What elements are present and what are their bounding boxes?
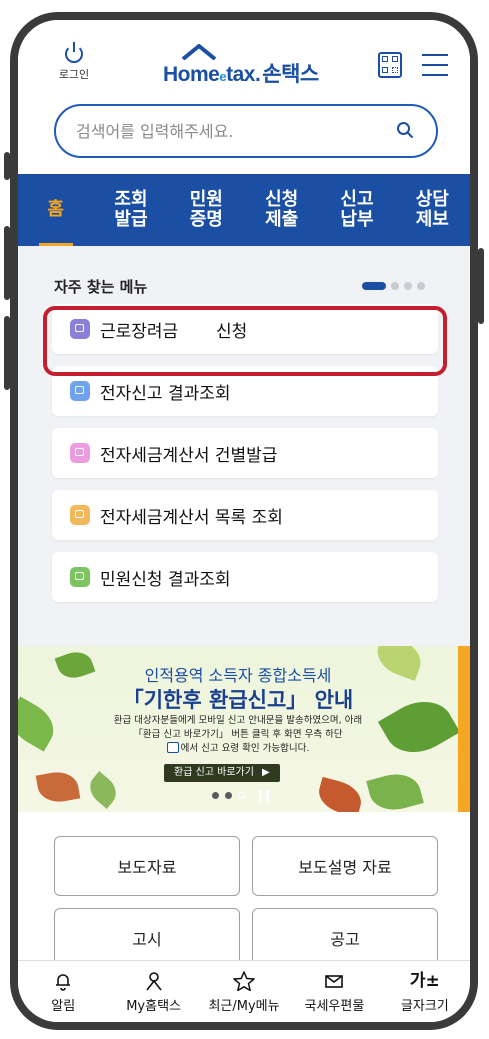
frequent-menu-item[interactable]: 전자세금계산서 목록 조회 [52,490,438,540]
banner-line1: 인적용역 소득자 종합소득세 [144,666,332,685]
bottom-tab-label: 알림 [51,999,76,1014]
banner-accent-stripe [458,646,470,812]
bottom-tab-label: My홈택스 [126,999,181,1014]
main-nav: 홈 조회 발급 민원 증명 신청 제출 신고 납부 상담 제보 [18,174,470,246]
search-icon[interactable] [396,121,414,139]
nav-tab-label: 조회 발급 [114,189,148,230]
leaf-decoration [314,776,366,812]
section-title: 자주 찾는 메뉴 [54,278,148,296]
bottom-tab-label: 국세우편물 [304,999,365,1014]
login-button[interactable]: 로그인 [54,42,94,82]
nav-tab-2[interactable]: 민원 증명 [169,174,244,246]
nav-tab-label: 신청 제출 [265,189,299,230]
app-header: 로그인 Homeetax.손택스 [18,20,470,105]
logo-tax: tax. [226,63,261,86]
document-icon [70,319,90,339]
search-input[interactable] [76,119,376,143]
banner-line3: 환급 대상자분들에게 모바일 신고 안내문을 발송하였으며, 아래 [113,715,363,726]
nav-tab-0[interactable]: 홈 [18,174,93,246]
banner-line5-row: 에서 신고 요령 확인 가능합니다. [18,742,458,756]
frequent-menu-label: 근로장려금 신청 [100,321,248,342]
pager-dot[interactable] [404,282,412,290]
search-bar [54,104,438,158]
frequent-menu-label: 전자신고 결과조회 [100,383,231,404]
promo-banner[interactable]: 인적용역 소득자 종합소득세 「기한후 환급신고」 안내 환급 대상자분들에게 … [18,646,470,812]
frequent-menu-list: 근로장려금 신청전자신고 결과조회전자세금계산서 건별발급전자세금계산서 목록 … [52,304,438,614]
person-icon [108,971,198,991]
text-size-icon: 가± [409,971,440,991]
monitor-icon [70,567,90,587]
mail-icon [289,971,379,991]
nav-tab-5[interactable]: 상담 제보 [395,174,470,246]
nav-tab-1[interactable]: 조회 발급 [93,174,168,246]
bottom-tab-bar: 알림 My홈택스 최근/My메뉴 국세우편물 가± 글자크기 [18,960,470,1022]
nav-tab-label: 신고 납부 [340,189,374,230]
monitor-icon [70,443,90,463]
banner-description: 환급 대상자분들에게 모바일 신고 안내문을 발송하였으며, 아래 「환급 신고… [18,714,458,756]
banner-pager[interactable] [212,790,269,801]
bottom-tab-label: 최근/My메뉴 [208,999,280,1014]
logo-text: Homeetax.손택스 [163,58,319,88]
banner-dot-active[interactable] [225,792,232,799]
frequent-menu-item[interactable]: 민원신청 결과조회 [52,552,438,602]
bottom-tab-3[interactable]: 국세우편물 [289,961,379,1022]
bell-icon [18,971,108,991]
banner-dot[interactable] [238,792,245,799]
nav-tab-4[interactable]: 신고 납부 [319,174,394,246]
press-button-grid: 보도자료 보도설명 자료 고시 공고 [54,836,438,980]
pager-dot[interactable] [391,282,399,290]
carousel-pager[interactable] [362,282,425,290]
logo-home: Home [163,63,220,86]
frequent-menu-item[interactable]: 전자신고 결과조회 [52,366,438,416]
banner-line4: 「환급 신고 바로가기」 버튼 클릭 후 화면 우측 하단 [133,729,343,740]
frequent-menu-label: 민원신청 결과조회 [100,569,231,590]
play-arrow-icon: ▶ [261,767,270,778]
phone-screen: 로그인 Homeetax.손택스 홈조회 발급민원 증명신청 제출신 [10,12,478,1030]
phone-power-button [478,248,484,324]
frequent-menu-label: 전자세금계산서 목록 조회 [100,507,283,528]
nav-tab-3[interactable]: 신청 제출 [244,174,319,246]
banner-dot[interactable] [212,792,219,799]
nav-tab-label: 홈 [47,199,64,220]
logo-sontax: 손택스 [262,63,319,86]
press-button[interactable]: 공고 [252,908,438,968]
banner-line5: 에서 신고 요령 확인 가능합니다. [180,743,310,754]
frequent-menu-item[interactable]: 근로장려금 신청 [52,304,438,354]
press-button[interactable]: 보도설명 자료 [252,836,438,896]
leaf-decoration [35,768,81,806]
document-icon [70,381,90,401]
hamburger-menu-icon[interactable] [422,54,448,76]
chat-icon [166,742,179,753]
frequent-menu-item[interactable]: 전자세금계산서 건별발급 [52,428,438,478]
qr-code-icon[interactable] [378,52,402,78]
bottom-tab-label: 글자크기 [400,999,449,1014]
banner-headline: 「기한후 환급신고」 안내 [122,688,354,712]
nav-tab-label: 상담 제보 [415,189,449,230]
bottom-tab-2[interactable]: 최근/My메뉴 [199,961,289,1022]
frequent-menu-label: 전자세금계산서 건별발급 [100,445,278,466]
login-label: 로그인 [58,68,90,81]
pager-dot[interactable] [362,282,386,290]
press-button[interactable]: 고시 [54,908,240,968]
star-icon [199,971,289,991]
frequent-menu-section: 자주 찾는 메뉴 근로장려금 신청전자신고 결과조회전자세금계산서 건별발급전자… [18,246,470,646]
refund-shortcut-button[interactable]: 환급 신고 바로가기 ▶ [164,764,280,782]
bottom-tab-4[interactable]: 가± 글자크기 [380,961,470,1022]
leaf-decoration [83,771,123,809]
monitor-icon [70,505,90,525]
pause-icon[interactable] [259,790,269,801]
pager-dot[interactable] [417,282,425,290]
leaf-decoration [366,768,424,812]
press-button[interactable]: 보도자료 [54,836,240,896]
bottom-tab-1[interactable]: My홈택스 [108,961,198,1022]
cta-label: 환급 신고 바로가기 [174,767,254,778]
power-icon [64,42,84,63]
nav-tab-label: 민원 증명 [189,189,223,230]
bottom-tab-0[interactable]: 알림 [18,961,108,1022]
